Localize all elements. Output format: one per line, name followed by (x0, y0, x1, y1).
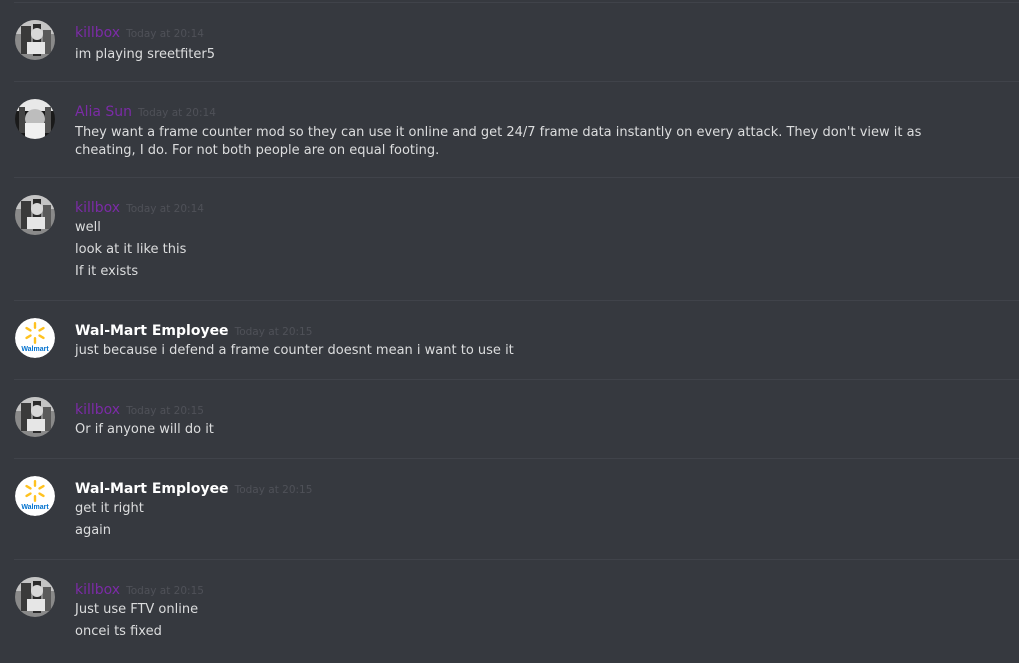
message-text: oncei ts fixed (75, 624, 162, 639)
message-header: killbox Today at 20:15 (75, 399, 204, 421)
walmart-logo-text: Walmart (21, 504, 49, 511)
message-group: killbox Today at 20:14 im playing sreetfi… (0, 3, 1019, 82)
timestamp[interactable]: Today at 20:14 (138, 107, 216, 119)
message-group: Walmart Wal-Mart Employee Today at 20:15 … (0, 459, 1019, 560)
username[interactable]: Alia Sun (75, 104, 132, 120)
message-header: Alia Sun Today at 20:14 (75, 101, 216, 123)
username[interactable]: Wal-Mart Employee (75, 481, 229, 497)
message-header: killbox Today at 20:14 (75, 197, 204, 219)
message-text: If it exists (75, 264, 139, 279)
timestamp[interactable]: Today at 20:14 (126, 28, 204, 40)
username[interactable]: killbox (75, 402, 120, 418)
timestamp[interactable]: Today at 20:15 (126, 585, 204, 597)
message-text: im playing sreetfiter5 (75, 47, 215, 62)
message-text: They want a frame counter mod so they ca… (75, 125, 926, 158)
message-group: Alia Sun Today at 20:14 They want a frame… (0, 82, 1019, 178)
timestamp[interactable]: Today at 20:15 (235, 326, 313, 338)
message-header: Wal-Mart Employee Today at 20:15 (75, 320, 312, 342)
avatar-killbox[interactable] (15, 577, 55, 617)
message-text: again (75, 523, 112, 538)
username[interactable]: Wal-Mart Employee (75, 323, 229, 339)
message-content: just because i defend a frame counter do… (75, 340, 995, 362)
timestamp[interactable]: Today at 20:14 (126, 203, 204, 215)
username[interactable]: killbox (75, 200, 120, 216)
message-content: im playing sreetfiter5 (75, 44, 995, 66)
message-content: They want a frame counter mod so they ca… (75, 124, 975, 160)
username[interactable]: killbox (75, 582, 120, 598)
message-content: well look at it like this If it exists (75, 217, 995, 283)
avatar-walmart-employee[interactable]: Walmart (15, 318, 55, 358)
message-group: killbox Today at 20:14 well look at it li… (0, 178, 1019, 301)
message-text: get it right (75, 501, 144, 516)
timestamp[interactable]: Today at 20:15 (235, 484, 313, 496)
message-group: Walmart Wal-Mart Employee Today at 20:15 … (0, 301, 1019, 380)
message-header: killbox Today at 20:14 (75, 22, 204, 44)
timestamp[interactable]: Today at 20:15 (126, 405, 204, 417)
message-content: Just use FTV online oncei ts fixed (75, 599, 995, 643)
avatar-killbox[interactable] (15, 195, 55, 235)
message-text: look at it like this (75, 242, 187, 257)
message-content: get it right again (75, 498, 995, 542)
message-group: killbox Today at 20:15 Or if anyone will … (0, 380, 1019, 459)
message-text: Or if anyone will do it (75, 422, 214, 437)
username[interactable]: killbox (75, 25, 120, 41)
chat-messages: killbox Today at 20:14 im playing sreetfi… (0, 0, 1019, 663)
avatar-walmart-employee[interactable]: Walmart (15, 476, 55, 516)
message-header: Wal-Mart Employee Today at 20:15 (75, 478, 312, 500)
avatar-alia-sun[interactable] (15, 99, 55, 139)
avatar-killbox[interactable] (15, 397, 55, 437)
message-content: Or if anyone will do it (75, 419, 995, 441)
message-text: just because i defend a frame counter do… (75, 343, 514, 358)
message-text: Just use FTV online (75, 602, 199, 617)
message-header: killbox Today at 20:15 (75, 579, 204, 601)
message-text: well (75, 220, 101, 235)
walmart-logo-text: Walmart (21, 346, 49, 353)
message-group: killbox Today at 20:15 Just use FTV onlin… (0, 560, 1019, 663)
avatar-killbox[interactable] (15, 20, 55, 60)
